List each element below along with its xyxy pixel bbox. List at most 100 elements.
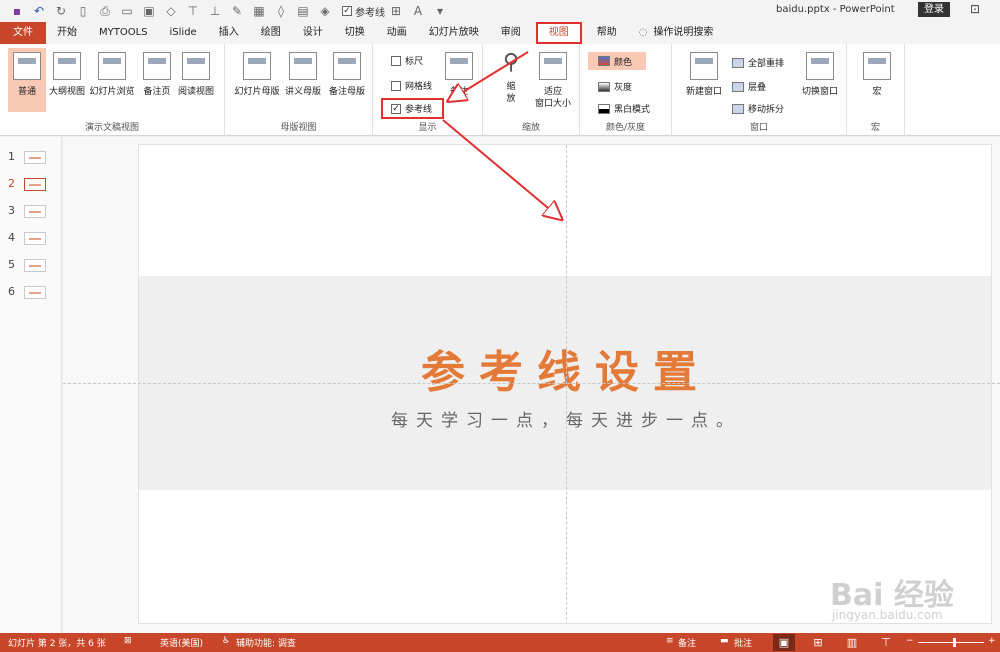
tab-insert[interactable]: 插入	[208, 22, 250, 44]
arrange-icon[interactable]: ⊞	[385, 0, 407, 22]
tell-me-search[interactable]: ◌ 操作说明搜索	[628, 22, 725, 44]
thumbnail-slide-2[interactable]: 2	[0, 174, 62, 194]
thumbnail-slide-4[interactable]: 4	[0, 228, 62, 248]
fit-to-window-button[interactable]: 适应 窗口大小	[531, 48, 575, 112]
normal-view-icon	[13, 52, 41, 80]
slide-master-button[interactable]: 幻灯片母版	[233, 48, 281, 112]
notes-toggle-icon: ≡	[666, 636, 674, 646]
handout-master-button[interactable]: 讲义母版	[281, 48, 325, 112]
tab-mytools[interactable]: MYTOOLS	[88, 22, 159, 44]
thumbnail-slide-5[interactable]: 5	[0, 255, 62, 275]
zoom-button[interactable]: ⚲ 缩 放	[497, 48, 525, 112]
save-icon[interactable]: ▪	[6, 0, 28, 22]
tab-draw[interactable]: 绘图	[250, 22, 292, 44]
spelling-icon[interactable]: ⊠	[124, 636, 132, 646]
new-window-button[interactable]: 新建窗口	[680, 48, 728, 112]
move-split-icon	[732, 103, 744, 114]
comments-button[interactable]: 批注	[734, 636, 752, 649]
gridlines-checkbox[interactable]: 网格线	[391, 79, 432, 92]
notes-toggle-button[interactable]: 备注	[678, 636, 696, 649]
group-master-views: 幻灯片母版 讲义母版 备注母版 母版视图	[225, 44, 373, 136]
ruler-checkbox[interactable]: 标尺	[391, 54, 423, 67]
lightbulb-icon: ◌	[638, 27, 648, 38]
notes-button[interactable]: 备注	[441, 48, 477, 112]
tab-help[interactable]: 帮助	[586, 22, 628, 44]
shapes-icon[interactable]: ◇	[160, 0, 182, 22]
thumbnail-image	[24, 205, 46, 218]
move-split-button[interactable]: 移动拆分	[732, 102, 784, 115]
new-file-icon[interactable]: ▯	[72, 0, 94, 22]
grayscale-button[interactable]: 灰度	[598, 80, 632, 93]
zoom-out-icon[interactable]: −	[906, 636, 914, 646]
font-color-icon[interactable]: A	[407, 0, 429, 22]
macros-button[interactable]: 宏	[861, 48, 893, 112]
current-slide[interactable]: 参考线设置 每天学习一点，每天进步一点。	[138, 144, 992, 624]
present-icon[interactable]: ⊤	[182, 0, 204, 22]
black-white-button[interactable]: 黑白模式	[598, 102, 650, 115]
format-painter-icon[interactable]: ✎	[226, 0, 248, 22]
ribbon-display-options-icon[interactable]: ⊡	[970, 2, 980, 16]
watermark-url: jingyan.baidu.com	[832, 608, 943, 622]
slide-sorter-status-icon[interactable]: ⊞	[807, 634, 829, 651]
arrange-all-button[interactable]: 全部重排	[732, 56, 784, 69]
vertical-guide-line[interactable]	[566, 145, 567, 623]
layout-icon[interactable]: ▤	[292, 0, 314, 22]
arrange-all-icon	[732, 57, 744, 68]
accessibility-status[interactable]: 辅助功能: 调查	[236, 636, 296, 649]
notes-page-button[interactable]: 备注页	[138, 48, 176, 112]
tab-animations[interactable]: 动画	[376, 22, 418, 44]
outline-view-button[interactable]: 大纲视图	[48, 48, 86, 112]
tab-review[interactable]: 审阅	[490, 22, 532, 44]
eraser-icon[interactable]: ◊	[270, 0, 292, 22]
document-title: baidu.pptx - PowerPoint	[776, 4, 895, 15]
tab-islide[interactable]: iSlide	[159, 22, 208, 44]
zoom-slider[interactable]	[918, 642, 984, 643]
normal-view-status-icon[interactable]: ▣	[773, 634, 795, 651]
thumbnail-slide-6[interactable]: 6	[0, 282, 62, 302]
title-bar: ▪ ↶ ↻ ▯ ⎙ ▭ ▣ ◇ ⊤ ⊥ ✎ ▦ ◊ ▤ ◈ ✓ 参考线 ⊞ A …	[0, 0, 1000, 22]
slideshow-status-icon[interactable]: ⊤	[875, 634, 897, 651]
tab-slideshow[interactable]: 幻灯片放映	[418, 22, 490, 44]
fill-icon[interactable]: ◈	[314, 0, 336, 22]
fit-window-icon	[539, 52, 567, 80]
switch-window-button[interactable]: 切换窗口	[796, 48, 844, 112]
notes-master-button[interactable]: 备注母版	[325, 48, 369, 112]
language-status[interactable]: 英语(美国)	[160, 636, 203, 649]
slideshow-icon[interactable]: ▣	[138, 0, 160, 22]
horizontal-guide-line[interactable]	[63, 383, 1000, 384]
highlight-box-guides	[381, 98, 444, 119]
slide-master-icon	[243, 52, 271, 80]
tab-view[interactable]: 视图	[535, 22, 582, 44]
thumbnail-image	[24, 151, 46, 164]
paste-icon[interactable]: ▦	[248, 0, 270, 22]
customize-qat-icon[interactable]: ▾	[429, 0, 451, 22]
cascade-icon	[732, 81, 744, 92]
open-folder-icon[interactable]: ▭	[116, 0, 138, 22]
guides-quick-toggle[interactable]: ✓ 参考线	[342, 4, 385, 19]
slide-sorter-button[interactable]: 幻灯片浏览	[88, 48, 136, 112]
slide-editing-area: 参考线设置 每天学习一点，每天进步一点。	[63, 137, 1000, 633]
tab-design[interactable]: 设计	[292, 22, 334, 44]
cascade-button[interactable]: 层叠	[732, 80, 766, 93]
notes-master-icon	[333, 52, 361, 80]
sign-in-button[interactable]: 登录	[918, 2, 950, 17]
bw-swatch-icon	[598, 103, 610, 114]
redo-icon[interactable]: ↻	[50, 0, 72, 22]
undo-icon[interactable]: ↶	[28, 0, 50, 22]
tab-home[interactable]: 开始	[46, 22, 88, 44]
tab-transitions[interactable]: 切换	[334, 22, 376, 44]
pin-icon[interactable]: ⊥	[204, 0, 226, 22]
zoom-slider-thumb[interactable]	[953, 638, 956, 647]
tab-file[interactable]: 文件	[0, 22, 46, 44]
normal-view-button[interactable]: 普通	[8, 48, 46, 112]
color-button[interactable]: 颜色	[588, 52, 646, 70]
zoom-in-icon[interactable]: +	[988, 636, 996, 646]
print-preview-icon[interactable]: ⎙	[94, 0, 116, 22]
thumbnail-image	[24, 286, 46, 299]
thumbnail-slide-3[interactable]: 3	[0, 201, 62, 221]
reading-view-button[interactable]: 阅读视图	[176, 48, 216, 112]
color-swatch-icon	[598, 56, 610, 66]
thumbnail-slide-1[interactable]: 1	[0, 147, 62, 167]
reading-view-status-icon[interactable]: ▥	[841, 634, 863, 651]
quick-access-toolbar: ▪ ↶ ↻ ▯ ⎙ ▭ ▣ ◇ ⊤ ⊥ ✎ ▦ ◊ ▤ ◈ ✓ 参考线 ⊞ A …	[6, 0, 451, 22]
